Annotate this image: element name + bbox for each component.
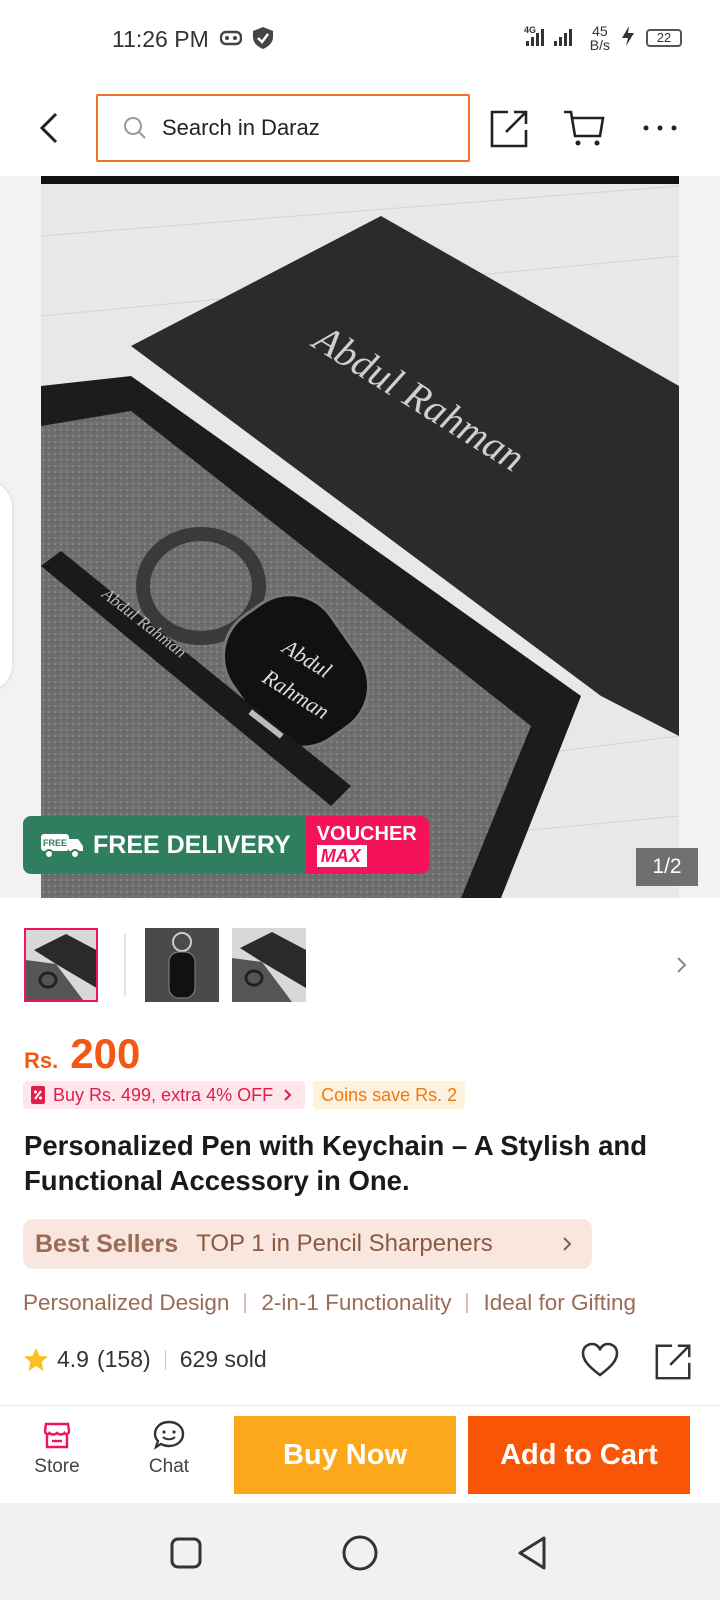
chevron-left-icon (39, 112, 58, 144)
product-title: Personalized Pen with Keychain – A Styli… (24, 1130, 647, 1196)
product-photo: Abdul Rahman Abdul Rahman Abdul Rahman (41, 176, 679, 898)
system-back-button[interactable] (512, 1531, 556, 1575)
share-product-button[interactable] (653, 1340, 695, 1382)
bottom-action-bar: Store Chat Buy Now Add to Cart (0, 1405, 720, 1503)
battery-level: 22 (646, 29, 682, 47)
recent-apps-button[interactable] (164, 1531, 208, 1575)
cart-button[interactable] (562, 106, 606, 150)
svg-text:4G: 4G (524, 25, 536, 35)
buy-now-button[interactable]: Buy Now (234, 1416, 456, 1494)
sold-count: 629 sold (179, 1346, 267, 1372)
product-image-gallery[interactable]: Abdul Rahman Abdul Rahman Abdul Rahman F… (0, 176, 720, 898)
rating-separator (164, 1349, 166, 1370)
rating-row[interactable]: 4.9 (158) 629 sold (23, 1346, 267, 1373)
store-icon (43, 1422, 71, 1449)
image-page-indicator: 1/2 (636, 848, 698, 886)
delivery-truck-icon: FREE (41, 834, 83, 859)
charging-icon (620, 25, 636, 52)
product-photo-illustration: Abdul Rahman Abdul Rahman Abdul Rahman (41, 176, 679, 898)
free-delivery-badge: FREE FREE DELIVERY (23, 816, 305, 874)
status-bar: 11:26 PM 4G 45 B/s 22 (0, 0, 720, 80)
voucher-icon (31, 1086, 45, 1104)
best-sellers-banner[interactable]: Best Sellers TOP 1 in Pencil Sharpeners (23, 1219, 592, 1269)
search-input[interactable]: Search in Daraz (96, 94, 470, 162)
thumbnail-strip (24, 928, 704, 1004)
home-button[interactable] (338, 1531, 382, 1575)
feature-tags: Personalized Design 2-in-1 Functionality… (23, 1290, 636, 1316)
svg-text:FREE: FREE (43, 838, 67, 848)
status-system-icons: 4G 45 B/s 22 (524, 24, 682, 52)
best-sellers-rank: TOP 1 in Pencil Sharpeners (196, 1230, 493, 1257)
rating-score: 4.9 (57, 1346, 89, 1372)
share-button[interactable] (488, 106, 532, 150)
feature-tag: 2-in-1 Functionality (261, 1290, 452, 1315)
search-icon (124, 117, 146, 139)
chevron-right-icon (284, 1089, 292, 1101)
chevron-right-icon (563, 1237, 572, 1251)
cart-icon (564, 110, 605, 146)
feature-tag: Personalized Design (23, 1290, 230, 1315)
shield-icon (252, 26, 274, 55)
share-icon (655, 1344, 691, 1380)
search-placeholder: Search in Daraz (162, 115, 320, 140)
add-to-cart-button[interactable]: Add to Cart (468, 1416, 690, 1494)
wishlist-button[interactable] (580, 1340, 620, 1380)
status-notification-icons (219, 26, 274, 55)
network-speed: 45 B/s (589, 23, 610, 53)
buy-more-label: Buy Rs. 499, extra 4% OFF (53, 1084, 274, 1105)
top-nav: Search in Daraz (0, 80, 720, 176)
thumbnail-3[interactable] (232, 928, 306, 1002)
feature-tag: Ideal for Gifting (483, 1290, 637, 1315)
price: Rs. 200 (24, 1030, 140, 1078)
heart-icon (581, 1342, 619, 1377)
feature-separator (466, 1293, 469, 1313)
chat-button[interactable]: Chat (124, 1420, 214, 1478)
status-time: 11:26 PM (112, 26, 209, 52)
gamepad-icon (219, 30, 243, 51)
back-button[interactable] (30, 108, 70, 148)
best-sellers-label: Best Sellers (35, 1229, 179, 1258)
star-icon (24, 1347, 48, 1371)
price-value: 200 (70, 1030, 141, 1077)
chat-label: Chat (148, 1456, 190, 1477)
price-currency: Rs. (24, 1048, 59, 1073)
more-button[interactable] (638, 106, 682, 150)
delivery-voucher-badge: FREE FREE DELIVERY VOUCHER MAX (23, 816, 429, 874)
free-delivery-label: FREE DELIVERY (93, 830, 291, 859)
promo-row: Buy Rs. 499, extra 4% OFF Coins save Rs.… (23, 1081, 466, 1109)
thumbnail-2[interactable] (145, 928, 219, 1002)
thumbnail-divider (124, 934, 126, 996)
thumbnail-next-button[interactable] (672, 950, 692, 980)
thumbnail-1[interactable] (24, 928, 98, 1002)
square-icon (170, 1537, 202, 1569)
feature-separator (244, 1293, 247, 1313)
circle-icon (342, 1535, 378, 1571)
buy-more-promo[interactable]: Buy Rs. 499, extra 4% OFF (23, 1081, 306, 1109)
signal-4g-icon: 4G (524, 25, 580, 52)
rating-count: (158) (96, 1346, 151, 1372)
share-icon (490, 110, 528, 148)
chat-icon (153, 1420, 185, 1450)
coins-save-badge: Coins save Rs. 2 (313, 1081, 466, 1109)
store-label: Store (34, 1456, 80, 1477)
triangle-back-icon (518, 1536, 546, 1570)
chevron-right-icon (677, 957, 687, 973)
more-dots-icon (643, 125, 677, 131)
system-navigation-bar (0, 1503, 720, 1600)
store-button[interactable]: Store (12, 1420, 102, 1478)
voucher-max-badge: VOUCHER MAX (304, 816, 429, 874)
side-handle[interactable] (0, 481, 12, 691)
